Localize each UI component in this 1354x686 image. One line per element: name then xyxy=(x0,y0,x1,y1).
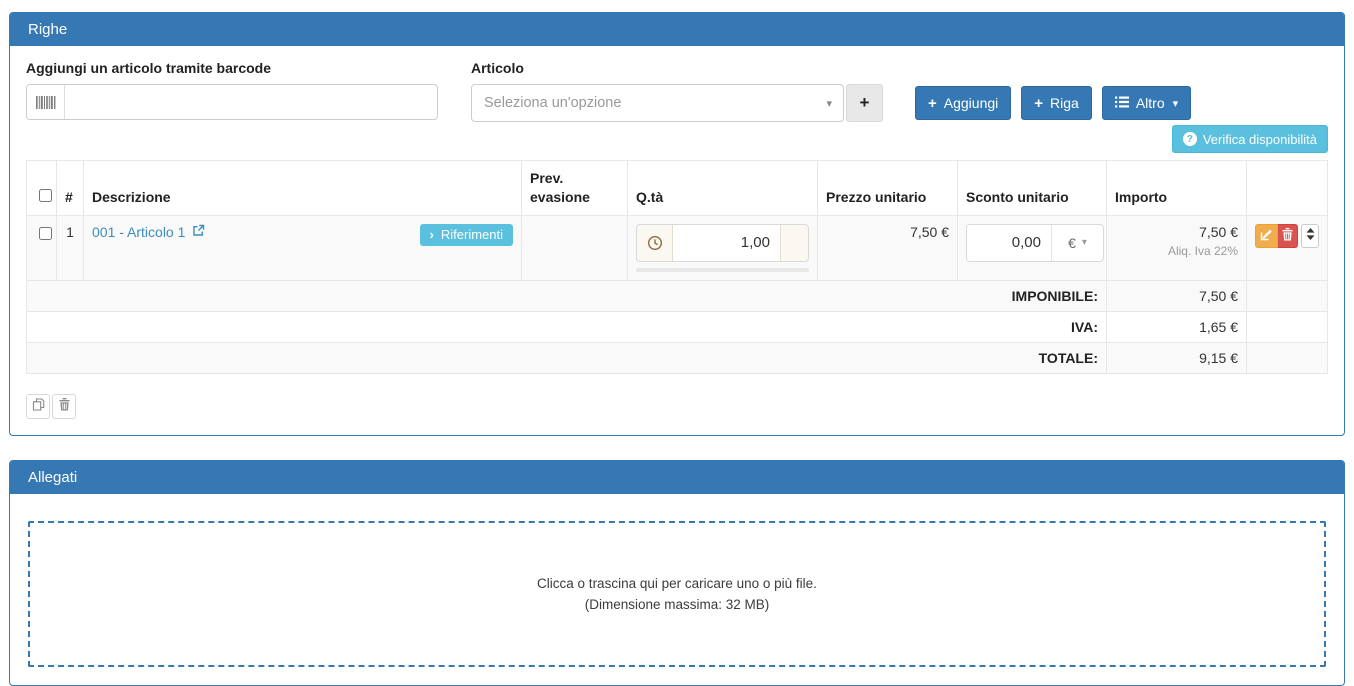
col-header-qta: Q.tà xyxy=(628,161,818,216)
sconto-input-group: € ▾ xyxy=(966,224,1104,262)
sconto-type-dropdown[interactable]: € ▾ xyxy=(1051,225,1103,261)
righe-toolbar: Aggiungi un articolo tramite barcode xyxy=(26,60,1328,122)
riga-button[interactable]: + Riga xyxy=(1021,86,1092,120)
totale-value: 9,15 € xyxy=(1107,342,1247,373)
question-circle-icon: ? xyxy=(1183,132,1197,146)
iva-row: IVA: 1,65 € xyxy=(27,311,1328,342)
col-header-descrizione: Descrizione xyxy=(84,161,522,216)
table-tools xyxy=(26,394,1328,419)
imponibile-row: IMPONIBILE: 7,50 € xyxy=(27,280,1328,311)
imponibile-value: 7,50 € xyxy=(1107,280,1247,311)
barcode-field-group: Aggiungi un articolo tramite barcode xyxy=(26,60,438,120)
col-header-prev-evasione: Prev. evasione xyxy=(522,161,628,216)
copy-icon xyxy=(32,398,45,414)
external-link-icon xyxy=(192,224,205,240)
righe-panel: Righe Aggiungi un articolo tramite barco… xyxy=(9,12,1345,436)
articolo-link-label: 001 - Articolo 1 xyxy=(92,224,185,240)
row-checkbox[interactable] xyxy=(39,227,52,240)
trash-icon xyxy=(59,398,70,414)
dropzone-text-line1: Clicca o trascina qui per caricare uno o… xyxy=(537,576,817,591)
qta-input-group xyxy=(636,224,809,262)
row-number: 1 xyxy=(57,215,84,280)
aggiungi-button[interactable]: + Aggiungi xyxy=(915,86,1011,120)
chevron-right-icon: › xyxy=(430,227,434,242)
righe-action-buttons: + Aggiungi + Riga xyxy=(915,60,1191,120)
col-header-sconto: Sconto unitario xyxy=(958,161,1107,216)
articolo-label: Articolo xyxy=(471,60,883,76)
barcode-input[interactable] xyxy=(65,85,437,119)
edit-icon xyxy=(1260,228,1273,244)
chevron-down-icon: ▾ xyxy=(1082,237,1087,248)
col-header-num: # xyxy=(57,161,84,216)
sconto-input[interactable] xyxy=(967,225,1051,261)
sort-icon xyxy=(1306,228,1315,243)
righe-panel-body: Aggiungi un articolo tramite barcode xyxy=(10,46,1344,435)
prev-evasione-cell xyxy=(522,215,628,280)
importo-value: 7,50 € xyxy=(1115,224,1238,240)
totale-label: TOTALE: xyxy=(27,342,1107,373)
plus-icon: + xyxy=(860,93,870,113)
prezzo-unitario-value: 7,50 € xyxy=(818,215,958,280)
select-all-checkbox[interactable] xyxy=(39,189,52,202)
dropzone-text-line2: (Dimensione massima: 32 MB) xyxy=(585,597,770,612)
col-header-importo: Importo xyxy=(1107,161,1247,216)
aliquota-iva-label: Aliq. Iva 22% xyxy=(1115,244,1238,258)
articolo-select[interactable]: Seleziona un'opzione ▾ xyxy=(471,84,844,122)
articolo-select-placeholder: Seleziona un'opzione xyxy=(484,95,621,111)
clock-icon xyxy=(637,225,673,261)
list-icon xyxy=(1115,95,1129,111)
sconto-type-value: € xyxy=(1068,235,1076,251)
riga-button-label: Riga xyxy=(1050,95,1079,111)
delete-row-button[interactable] xyxy=(1278,224,1299,248)
verifica-disponibilita-button[interactable]: ? Verifica disponibilità xyxy=(1172,125,1328,153)
col-header-prezzo: Prezzo unitario xyxy=(818,161,958,216)
barcode-icon xyxy=(27,85,65,119)
delete-rows-button[interactable] xyxy=(52,394,76,419)
duplicate-rows-button[interactable] xyxy=(26,394,50,419)
verifica-button-label: Verifica disponibilità xyxy=(1203,132,1317,147)
allegati-panel: Allegati Clicca o trascina qui per caric… xyxy=(9,460,1345,686)
qta-progress-bar xyxy=(636,268,809,272)
righe-table: # Descrizione Prev. evasione Q.tà Prezzo… xyxy=(26,160,1328,374)
allegati-panel-title: Allegati xyxy=(10,461,1344,494)
chevron-down-icon: ▾ xyxy=(826,97,832,110)
table-row: 1 001 - Articolo 1 xyxy=(27,215,1328,280)
aggiungi-button-label: Aggiungi xyxy=(944,95,999,111)
plus-icon: + xyxy=(928,95,937,112)
table-header-row: # Descrizione Prev. evasione Q.tà Prezzo… xyxy=(27,161,1328,216)
edit-row-button[interactable] xyxy=(1255,224,1278,248)
barcode-label: Aggiungi un articolo tramite barcode xyxy=(26,60,438,76)
trash-icon xyxy=(1282,228,1293,244)
riferimenti-badge-label: Riferimenti xyxy=(441,227,503,242)
plus-icon: + xyxy=(1034,95,1043,112)
barcode-input-group xyxy=(26,84,438,120)
add-articolo-button[interactable]: + xyxy=(846,84,883,122)
chevron-down-icon: ▾ xyxy=(1173,97,1179,110)
qta-addon xyxy=(780,225,808,261)
righe-panel-title: Righe xyxy=(10,13,1344,46)
altro-dropdown-button[interactable]: Altro ▾ xyxy=(1102,86,1191,120)
iva-label: IVA: xyxy=(27,311,1107,342)
qta-input[interactable] xyxy=(673,225,780,261)
col-header-actions xyxy=(1247,161,1328,216)
imponibile-label: IMPONIBILE: xyxy=(27,280,1107,311)
riferimenti-badge[interactable]: › Riferimenti xyxy=(420,224,513,246)
allegati-panel-body: Clicca o trascina qui per caricare uno o… xyxy=(10,494,1344,685)
file-dropzone[interactable]: Clicca o trascina qui per caricare uno o… xyxy=(28,521,1326,667)
iva-value: 1,65 € xyxy=(1107,311,1247,342)
altro-button-label: Altro xyxy=(1136,95,1165,111)
sort-row-handle[interactable] xyxy=(1301,224,1319,248)
articolo-field-group: Articolo Seleziona un'opzione ▾ + xyxy=(471,60,883,122)
articolo-link[interactable]: 001 - Articolo 1 xyxy=(92,224,205,240)
totale-row: TOTALE: 9,15 € xyxy=(27,342,1328,373)
